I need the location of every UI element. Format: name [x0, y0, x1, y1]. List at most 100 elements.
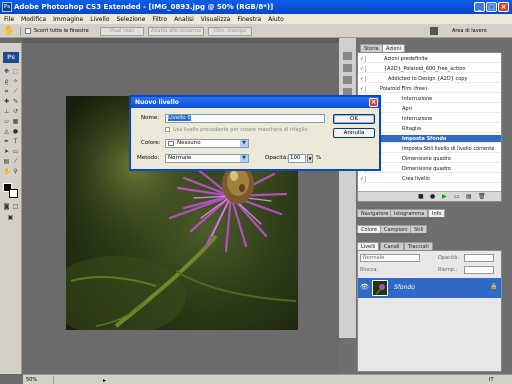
list-item[interactable]: ✓ Azioni predefinite — [358, 55, 501, 63]
fit-screen-button[interactable]: Adatta allo schermo — [148, 27, 204, 36]
list-item[interactable]: ✓ Addicted to Design {A2D} copy — [358, 75, 501, 83]
stamp-tool-icon[interactable]: ⊥ — [3, 108, 10, 115]
mode-select[interactable]: Normale ▼ — [165, 154, 249, 163]
list-item[interactable]: ✓ Polaroid Film (free) — [358, 85, 501, 93]
type-tool-icon[interactable]: T — [12, 138, 19, 145]
move-tool-icon[interactable]: ✥ — [3, 68, 10, 75]
window-title: Adobe Photoshop CS3 Extended - [IMG_0893… — [14, 3, 274, 11]
screen-mode-icon[interactable]: ▣ — [7, 214, 14, 221]
tab-istogramma[interactable]: Istogramma — [390, 209, 429, 217]
opacity-field[interactable] — [464, 254, 494, 262]
workspace-menu[interactable]: Area di lavoro — [452, 28, 487, 34]
maximize-button[interactable]: □ — [486, 2, 497, 12]
actions-toolbar: ■ ● ▶ ▭ ▤ 🗑 — [358, 191, 501, 201]
layer-name-input[interactable]: Livello 0 — [165, 114, 325, 123]
scroll-all-checkbox[interactable] — [25, 28, 31, 34]
hand-tool-icon-2[interactable]: ✋ — [3, 168, 10, 175]
tab-livelli[interactable]: Livelli — [357, 242, 380, 250]
menu-analisi[interactable]: Analisi — [174, 16, 194, 23]
tools-panel: Ps ✥ ⬚ ϱ ✧ ⌗ ⟋ ✚ ✎ ⊥ ↺ ▱ ▦ ◬ ● ✒ T ➤ ▭ ▤… — [0, 38, 22, 374]
crop-tool-icon[interactable]: ⌗ — [3, 88, 10, 95]
trash-icon[interactable]: 🗑 — [478, 193, 486, 200]
tab-navigatore[interactable]: Navigatore — [357, 209, 393, 217]
panel-icon-1[interactable] — [343, 52, 352, 60]
new-set-icon[interactable]: ▭ — [454, 193, 460, 200]
menu-visualizza[interactable]: Visualizza — [201, 16, 231, 23]
menu-livello[interactable]: Livello — [90, 16, 109, 23]
record-icon[interactable]: ● — [430, 193, 435, 200]
ok-button[interactable]: OK — [333, 114, 375, 124]
background-color-swatch[interactable] — [9, 189, 18, 198]
menu-selezione[interactable]: Selezione — [117, 16, 146, 23]
tab-campioni[interactable]: Campioni — [380, 225, 412, 233]
tab-azioni[interactable]: Azioni — [382, 44, 406, 52]
marquee-tool-icon[interactable]: ⬚ — [12, 68, 19, 75]
print-size-button[interactable]: Dim. stampa — [208, 27, 252, 36]
cancel-button[interactable]: Annulla — [333, 128, 375, 138]
close-button[interactable]: × — [498, 2, 509, 12]
bridge-icon[interactable] — [430, 27, 438, 35]
color-select[interactable]: Nessuno ▼ — [165, 139, 249, 148]
name-label: Nome: — [141, 115, 160, 121]
tab-canali[interactable]: Canali — [380, 242, 404, 250]
zoom-tool-icon[interactable]: ⚲ — [12, 168, 19, 175]
shape-tool-icon[interactable]: ▭ — [12, 148, 19, 155]
opacity-input[interactable]: 100 — [288, 154, 306, 163]
list-item[interactable]: ✓ {A2D}_Polaroid_600_free_action — [358, 65, 501, 73]
layer-name[interactable]: Sfondo — [394, 284, 415, 291]
slice-tool-icon[interactable]: ⟋ — [12, 88, 19, 95]
lasso-tool-icon[interactable]: ϱ — [3, 78, 10, 85]
fill-field[interactable] — [464, 266, 494, 274]
history-brush-icon[interactable]: ↺ — [12, 108, 19, 115]
visibility-eye-icon[interactable]: 👁 — [360, 283, 369, 291]
notes-tool-icon[interactable]: ▤ — [3, 158, 10, 165]
play-icon[interactable]: ▶ — [442, 193, 447, 200]
menu-immagine[interactable]: Immagine — [53, 16, 83, 23]
lock-label: Blocca: — [360, 267, 379, 273]
menu-file[interactable]: File — [4, 16, 14, 23]
pen-tool-icon[interactable]: ✒ — [3, 138, 10, 145]
eyedropper-icon[interactable]: ⁄ — [12, 158, 19, 165]
layer-thumbnail-image — [375, 284, 385, 295]
tab-tracciati[interactable]: Tracciati — [404, 242, 433, 250]
brush-tool-icon[interactable]: ✎ — [12, 98, 19, 105]
path-select-icon[interactable]: ➤ — [3, 148, 10, 155]
eraser-tool-icon[interactable]: ▱ — [3, 118, 10, 125]
panel-icon-2[interactable] — [343, 64, 352, 72]
standard-mode-icon[interactable]: □ — [12, 203, 19, 210]
tools-grip[interactable] — [0, 38, 22, 43]
zoom-level[interactable]: 50% — [26, 377, 37, 383]
clip-checkbox[interactable] — [165, 127, 170, 132]
blend-mode-select[interactable]: Normale — [360, 254, 420, 262]
dodge-tool-icon[interactable]: ● — [12, 128, 19, 135]
actual-pixels-button[interactable]: Pixel reali — [100, 27, 144, 36]
list-item[interactable]: ✓ Crea livello — [358, 175, 501, 183]
menu-filtro[interactable]: Filtro — [152, 16, 167, 23]
blur-tool-icon[interactable]: ◬ — [3, 128, 10, 135]
tab-colore[interactable]: Colore — [357, 225, 382, 233]
chevron-down-icon: ▼ — [240, 140, 248, 147]
menu-aiuto[interactable]: Aiuto — [268, 16, 284, 23]
gradient-tool-icon[interactable]: ▦ — [12, 118, 19, 125]
layers-panel: Normale Opacità: Blocca: Riemp.: 👁 Sfond… — [357, 250, 502, 372]
tab-storia[interactable]: Storia — [360, 44, 383, 52]
opacity-slider-icon[interactable]: ▼ — [307, 154, 313, 163]
tab-stili[interactable]: Stili — [410, 225, 428, 233]
options-bar: ✋ Scorri tutte le finestre Pixel reali A… — [0, 24, 512, 38]
panel-icon-strip — [339, 38, 356, 338]
menu-finestra[interactable]: Finestra — [237, 16, 261, 23]
minimize-button[interactable]: _ — [474, 2, 485, 12]
stop-icon[interactable]: ■ — [418, 193, 424, 200]
new-action-icon[interactable]: ▤ — [466, 193, 472, 200]
quick-mask-icon[interactable]: ◙ — [3, 203, 10, 210]
dialog-close-icon[interactable]: × — [369, 98, 378, 107]
layer-row-sfondo[interactable]: 👁 Sfondo 🔒 — [358, 278, 501, 298]
menu-modifica[interactable]: Modifica — [21, 16, 46, 23]
status-arrow-icon[interactable]: ▸ — [103, 377, 106, 384]
tab-info[interactable]: Info — [428, 209, 446, 217]
opacity-label: Opacità: — [265, 155, 289, 161]
panel-icon-3[interactable] — [343, 76, 352, 84]
magic-wand-icon[interactable]: ✧ — [12, 78, 19, 85]
healing-brush-icon[interactable]: ✚ — [3, 98, 10, 105]
opacity-label: Opacità: — [438, 255, 460, 261]
